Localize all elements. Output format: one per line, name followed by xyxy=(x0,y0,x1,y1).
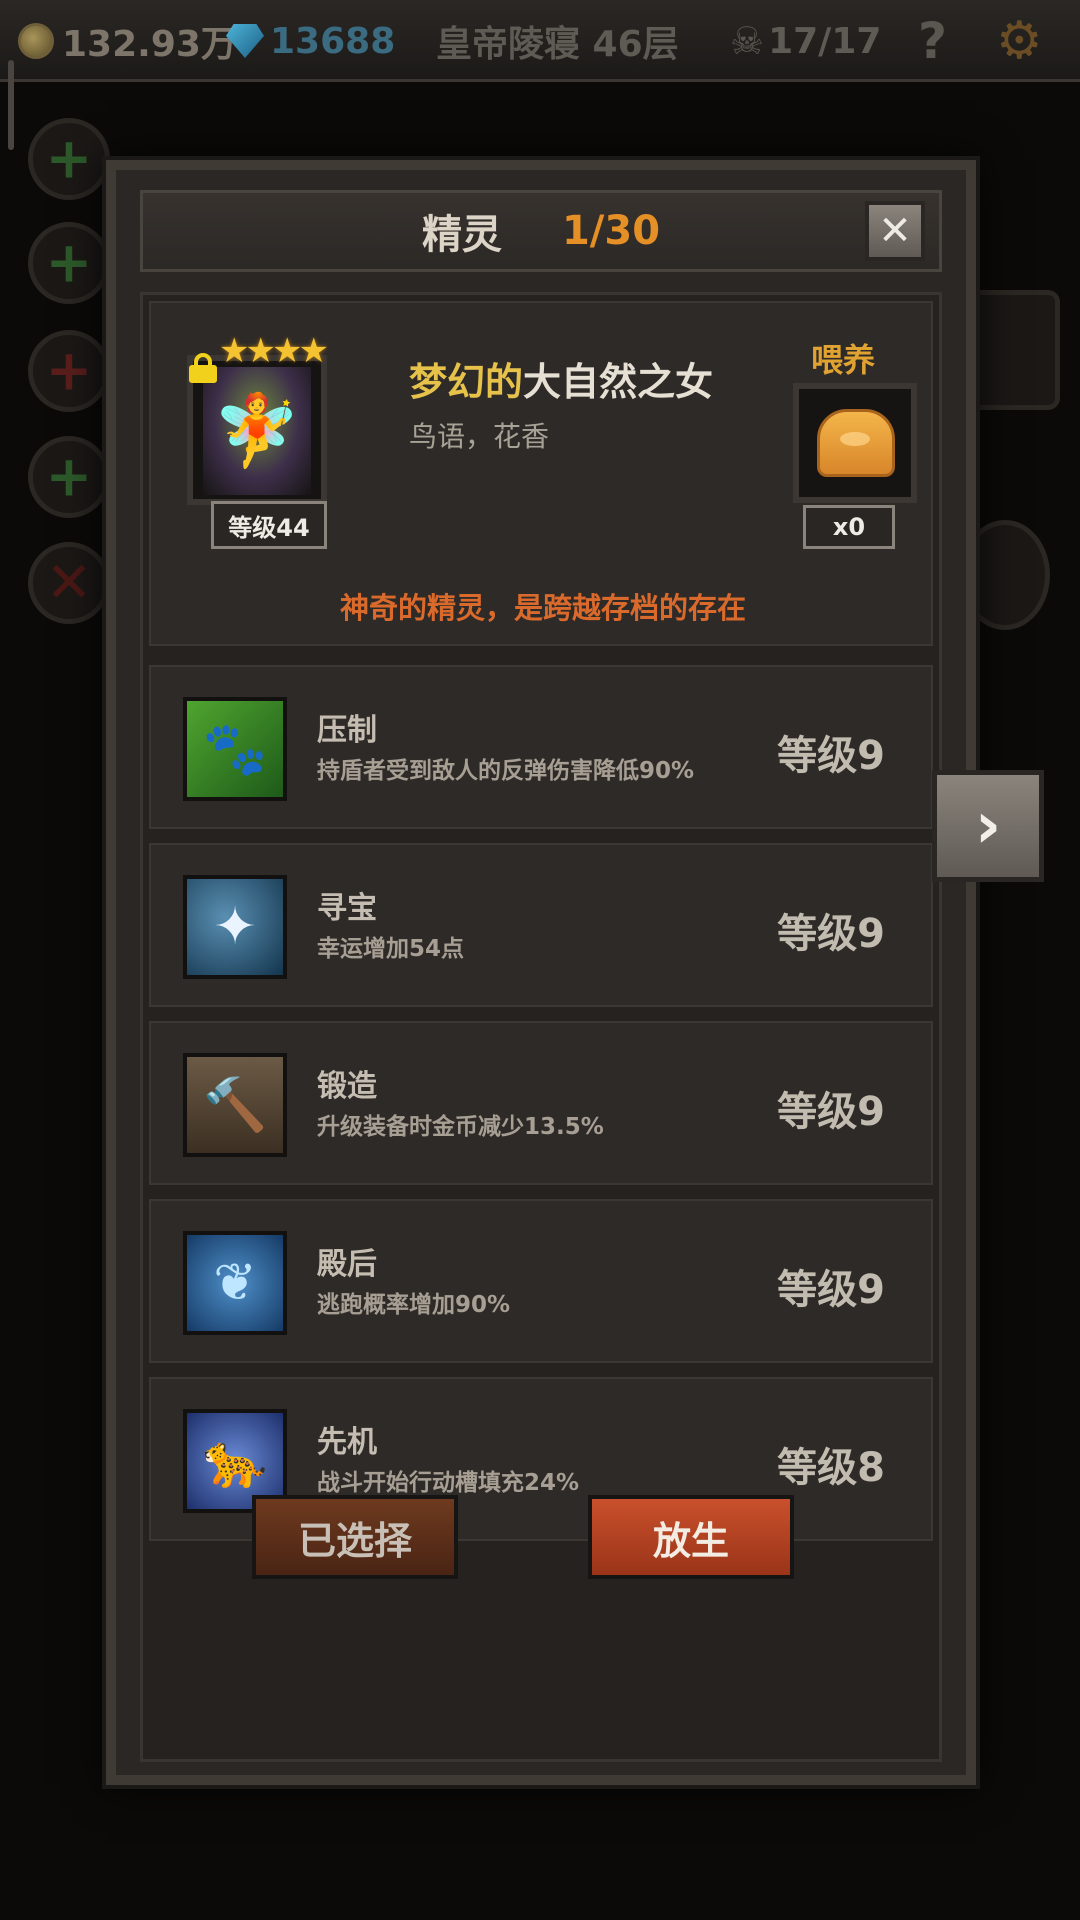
close-button[interactable]: ✕ xyxy=(865,201,925,261)
release-button[interactable]: 放生 xyxy=(588,1495,794,1579)
skill-row[interactable]: 🔨 锻造 升级装备时金币减少13.5% 等级9 xyxy=(149,1021,933,1185)
skill-description: 战斗开始行动槽填充24% xyxy=(317,1470,580,1496)
spirit-level-badge: 等级44 xyxy=(211,501,327,549)
gear-icon: ⚙ xyxy=(996,11,1043,71)
spirit-name-prefix: 梦幻的 xyxy=(409,360,524,404)
star-rating: ★ ★ ★ ★ xyxy=(219,331,329,371)
feed-label: 喂养 xyxy=(811,341,876,379)
bg-party-slot: + xyxy=(28,118,110,200)
next-spirit-button[interactable]: › xyxy=(932,770,1044,882)
spirit-description: 神奇的精灵，是跨越存档的存在 xyxy=(339,591,746,625)
skill-description: 逃跑概率增加90% xyxy=(317,1292,511,1318)
kill-count: 17/17 xyxy=(768,20,882,62)
skill-level: 等级9 xyxy=(777,733,885,779)
spirit-name-main: 大自然之女 xyxy=(523,360,714,404)
skill-row[interactable]: ✦ 寻宝 幸运增加54点 等级9 xyxy=(149,843,933,1007)
gold-counter: 132.93万 xyxy=(18,14,237,68)
skill-row[interactable]: 🐾 压制 持盾者受到敌人的反弹伤害降低90% 等级9 xyxy=(149,665,933,829)
kill-counter: ☠ 17/17 xyxy=(730,14,881,68)
spirit-dialog: 精灵 1/30 ✕ 🧚 ★ ★ ★ ★ 等级44 梦幻的大自然之女 鸟语，花香 喂养 xyxy=(106,160,976,1785)
skill-name: 先机 xyxy=(317,1425,377,1460)
sparkle-silhouette-icon: ✦ xyxy=(183,875,287,979)
coin-icon xyxy=(18,23,54,59)
skill-name: 寻宝 xyxy=(317,891,377,926)
skill-level: 等级9 xyxy=(777,1267,885,1313)
skill-level: 等级9 xyxy=(777,1089,885,1135)
location-label: 皇帝陵寝 46层 xyxy=(436,24,679,65)
top-status-bar: 132.93万 13688 皇帝陵寝 46层 ☠ 17/17 ? ⚙ xyxy=(0,0,1080,82)
bg-party-slot: + xyxy=(28,222,110,304)
scroll-indicator xyxy=(8,60,14,150)
bg-party-slot: ✕ xyxy=(28,542,110,624)
bg-party-slot: + xyxy=(28,330,110,412)
claw-icon: 🐾 xyxy=(183,697,287,801)
star-icon: ★ xyxy=(298,331,329,371)
gem-counter: 13688 xyxy=(226,14,395,68)
bread-icon xyxy=(817,409,895,477)
skill-name: 殿后 xyxy=(317,1247,377,1282)
gold-amount: 132.93万 xyxy=(62,24,237,65)
help-button[interactable]: ? xyxy=(918,12,948,70)
close-icon: ✕ xyxy=(878,208,912,254)
dungeon-location: 皇帝陵寝 46层 xyxy=(436,14,679,68)
skill-row[interactable]: ❦ 殿后 逃跑概率增加90% 等级9 xyxy=(149,1199,933,1363)
selected-button[interactable]: 已选择 xyxy=(252,1495,458,1579)
dialog-header: 精灵 1/30 ✕ xyxy=(140,190,942,272)
spirit-count: 1/30 xyxy=(561,208,661,254)
skill-name: 压制 xyxy=(317,713,377,748)
feed-count: x0 xyxy=(803,505,895,549)
skull-icon: ☠ xyxy=(730,19,765,63)
help-icon: ? xyxy=(918,12,948,70)
skill-description: 幸运增加54点 xyxy=(317,936,465,962)
chevron-right-icon: › xyxy=(974,789,1002,863)
spirit-info-panel: 🧚 ★ ★ ★ ★ 等级44 梦幻的大自然之女 鸟语，花香 喂养 x0 神奇的精灵，是… xyxy=(149,301,933,646)
skill-name: 锻造 xyxy=(317,1069,377,1104)
spirit-subtitle: 鸟语，花香 xyxy=(409,420,550,453)
skill-description: 持盾者受到敌人的反弹伤害降低90% xyxy=(317,758,695,784)
lock-icon[interactable] xyxy=(189,353,217,383)
gem-amount: 13688 xyxy=(270,20,396,62)
gem-icon xyxy=(226,24,264,58)
hammer-icon: 🔨 xyxy=(183,1053,287,1157)
spirit-name: 梦幻的大自然之女 xyxy=(409,351,713,406)
skill-level: 等级8 xyxy=(777,1445,885,1491)
fairy-portrait-icon: 🧚 xyxy=(203,367,311,495)
feed-slot[interactable] xyxy=(793,383,917,503)
skill-description: 升级装备时金币减少13.5% xyxy=(317,1114,604,1140)
bg-party-slot: + xyxy=(28,436,110,518)
settings-button[interactable]: ⚙ xyxy=(996,11,1043,71)
wings-icon: ❦ xyxy=(183,1231,287,1335)
skill-level: 等级9 xyxy=(777,911,885,957)
dialog-title: 精灵 xyxy=(421,212,502,258)
